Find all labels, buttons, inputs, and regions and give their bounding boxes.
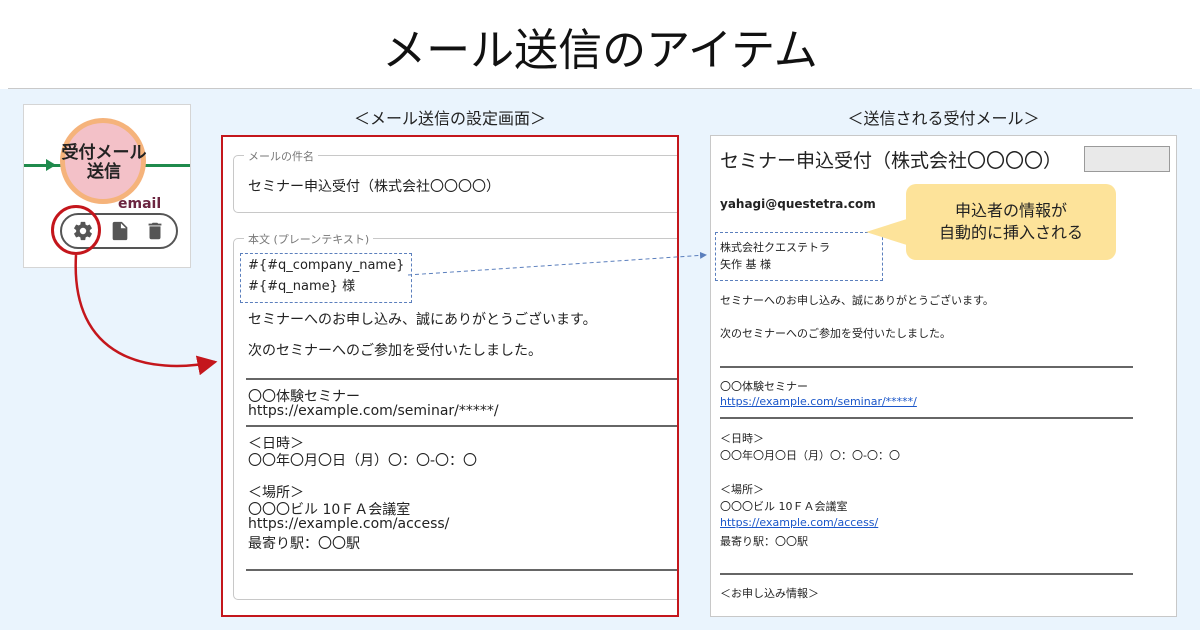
insert-arrow: [407, 251, 707, 276]
settings-arrow: [74, 254, 218, 376]
connector-overlay: [74, 251, 707, 376]
